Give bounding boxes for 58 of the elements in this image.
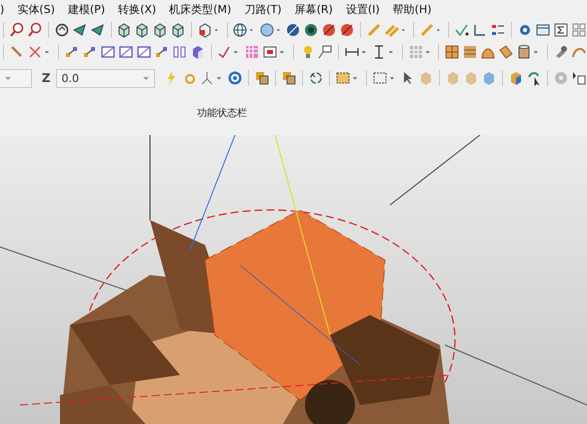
menu-item[interactable]: 建模(P) xyxy=(68,1,106,18)
magnifier-icon[interactable] xyxy=(26,22,43,38)
frame-icon[interactable] xyxy=(262,44,278,60)
square-icon[interactable] xyxy=(100,44,116,60)
window-icon[interactable] xyxy=(535,22,552,38)
menu-item[interactable]: 转换(X) xyxy=(118,1,156,18)
cube-icon[interactable] xyxy=(134,22,150,38)
cube-icon[interactable] xyxy=(152,22,168,38)
check-query-icon[interactable] xyxy=(454,22,470,38)
menu-item[interactable]: 刀路(T) xyxy=(244,1,282,18)
columns-icon[interactable] xyxy=(172,44,188,60)
dropdown-caret-icon[interactable] xyxy=(142,74,150,82)
sphere-icon[interactable] xyxy=(303,22,320,38)
axes-icon[interactable] xyxy=(199,70,215,86)
surface-icon[interactable] xyxy=(462,44,478,60)
sphere-icon[interactable] xyxy=(258,22,275,38)
list-icon[interactable] xyxy=(490,22,506,38)
cube-icon[interactable] xyxy=(197,22,214,38)
cylinder-icon[interactable] xyxy=(516,44,532,60)
help-icon[interactable] xyxy=(227,70,243,86)
layers-icon[interactable] xyxy=(281,70,297,86)
layers-icon[interactable] xyxy=(254,70,270,86)
cube-icon[interactable] xyxy=(170,22,186,38)
z-label: Z xyxy=(42,71,50,85)
sphere-icon[interactable] xyxy=(285,22,302,38)
menu-item[interactable]: 实体(S) xyxy=(17,1,55,18)
sweep-surface-icon[interactable] xyxy=(498,44,514,60)
globe-icon[interactable] xyxy=(232,22,248,38)
dropdown-caret-icon[interactable] xyxy=(4,74,12,82)
points-icon[interactable] xyxy=(154,44,170,60)
sphere-icon[interactable] xyxy=(339,22,356,38)
menu-item[interactable]: 机床类型(M) xyxy=(169,1,232,18)
cube-icon[interactable] xyxy=(116,22,132,38)
selection-box-icon[interactable] xyxy=(372,70,388,86)
z-coordinate-field[interactable]: 0.0 xyxy=(56,68,155,88)
flag-icon[interactable] xyxy=(316,44,333,60)
solid-box-icon[interactable] xyxy=(508,70,524,86)
square-icon[interactable] xyxy=(118,44,134,60)
selection-box-icon[interactable] xyxy=(335,70,351,86)
points-icon[interactable] xyxy=(82,44,98,60)
status-bar-label: 功能状态栏 xyxy=(197,106,247,120)
rotate-icon[interactable] xyxy=(54,22,70,38)
arrow-tool-icon[interactable] xyxy=(90,22,106,38)
regenerate-icon[interactable] xyxy=(308,70,324,86)
arrow-tool-icon[interactable] xyxy=(72,22,88,38)
undo-pointer-icon[interactable] xyxy=(526,70,542,86)
menu-item[interactable]: 屏幕(R) xyxy=(294,1,333,18)
sigma-icon[interactable] xyxy=(553,22,570,38)
points-icon[interactable] xyxy=(64,44,80,60)
check-icon[interactable] xyxy=(216,44,232,60)
magnifier-icon[interactable] xyxy=(8,22,25,38)
cross-icon[interactable] xyxy=(26,44,43,60)
menu-item[interactable]: ) xyxy=(0,2,4,17)
menu-item[interactable]: 帮助(H) xyxy=(392,1,432,18)
sphere-icon[interactable] xyxy=(321,22,338,38)
surface-icon[interactable] xyxy=(444,44,460,60)
square-icon[interactable] xyxy=(136,44,152,60)
menu-item[interactable]: 设置(I) xyxy=(346,1,380,18)
